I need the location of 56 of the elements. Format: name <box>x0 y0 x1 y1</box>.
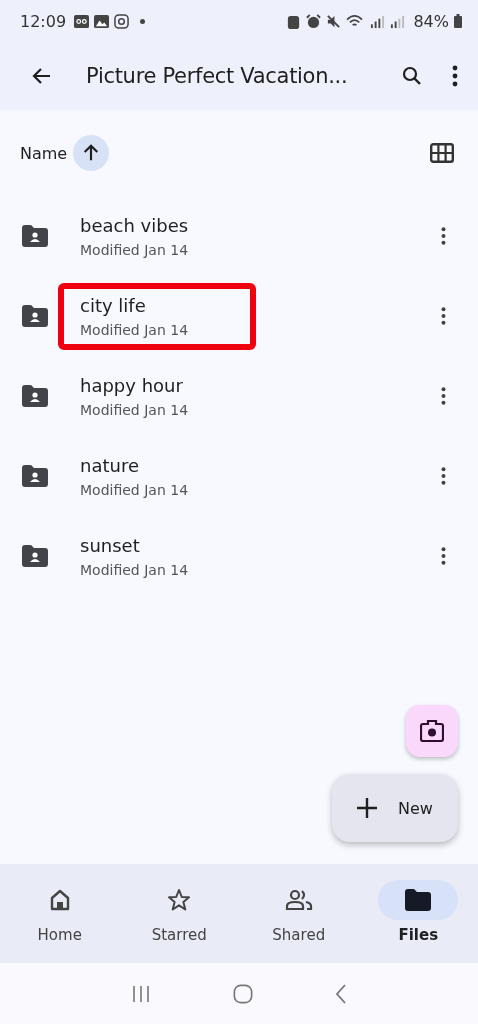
folder-name: happy hour <box>80 374 184 396</box>
folder-row[interactable]: happy hour Modified Jan 14 <box>0 356 478 436</box>
camera-icon <box>420 720 444 742</box>
status-indicator-icon <box>286 13 302 29</box>
arrow-up-icon <box>82 144 101 162</box>
modified-date: Modified Jan 14 <box>80 401 190 418</box>
mute-icon <box>326 13 342 29</box>
people-icon <box>284 888 313 912</box>
folder-row[interactable]: nature Modified Jan 14 <box>0 436 478 516</box>
folder-icon <box>405 889 432 911</box>
more-vertical-icon <box>441 466 446 486</box>
signal-icon <box>370 13 386 29</box>
folder-row[interactable]: sunset Modified Jan 14 <box>0 516 478 596</box>
more-vertical-icon <box>441 226 446 246</box>
modified-date: Modified Jan 14 <box>80 321 190 338</box>
folder-title: Picture Perfect Vacation... <box>86 64 349 88</box>
folder-name: city life <box>80 294 147 316</box>
battery-icon <box>454 14 462 28</box>
shared-folder-icon <box>22 305 48 327</box>
status-time: 12:09 <box>20 11 67 31</box>
nav-tab[interactable]: Home <box>0 880 120 944</box>
folder-name: nature <box>80 454 140 476</box>
nav-tab[interactable]: Shared <box>239 880 359 944</box>
image-icon <box>94 13 110 29</box>
folder-row[interactable]: beach vibes Modified Jan 14 <box>0 196 478 276</box>
folder-name: beach vibes <box>80 214 190 236</box>
modified-date: Modified Jan 14 <box>80 481 190 498</box>
camera-button[interactable] <box>406 705 458 757</box>
shared-folder-icon <box>22 465 48 487</box>
dot-icon <box>140 18 146 24</box>
signal-icon <box>390 13 406 29</box>
voicemail-icon <box>74 13 90 29</box>
sort-direction-button[interactable] <box>73 135 110 171</box>
more-vertical-icon <box>441 546 446 566</box>
shared-folder-icon <box>22 545 48 567</box>
modified-date: Modified Jan 14 <box>80 561 190 578</box>
more-vertical-icon <box>452 65 458 87</box>
nav-tab[interactable]: Starred <box>119 880 239 944</box>
nav-tab[interactable]: Files <box>358 880 478 944</box>
battery-percent: 84% <box>413 11 449 31</box>
modified-date: Modified Jan 14 <box>80 241 190 258</box>
more-vertical-icon <box>441 306 446 326</box>
new-button[interactable]: New <box>332 774 458 842</box>
plus-icon <box>356 797 378 819</box>
back-chevron-icon[interactable] <box>335 983 347 1004</box>
folder-row[interactable]: city life Modified Jan 14 <box>0 276 478 356</box>
more-vertical-icon <box>441 386 446 406</box>
shared-folder-icon <box>22 225 48 247</box>
recent-apps-icon[interactable] <box>131 984 151 1003</box>
grid-icon <box>430 143 454 163</box>
camera-outline-icon <box>114 13 130 29</box>
shared-folder-icon <box>22 385 48 407</box>
star-icon <box>167 888 192 912</box>
folder-name: sunset <box>80 534 141 556</box>
sort-by-name-button[interactable]: Name <box>20 143 68 163</box>
alarm-icon <box>306 13 322 29</box>
